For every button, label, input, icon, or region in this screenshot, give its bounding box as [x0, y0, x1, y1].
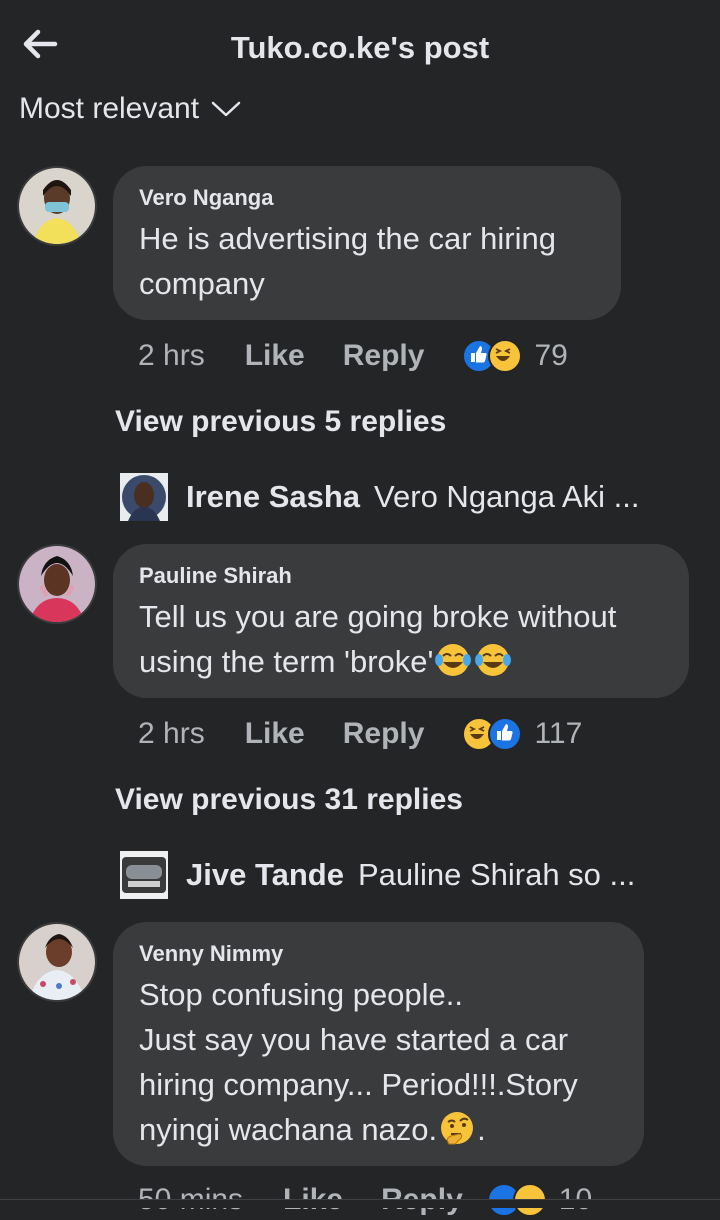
tears-of-joy-emoji-icon [473, 642, 513, 690]
comment-author[interactable]: Vero Nganga [139, 184, 595, 212]
reply-preview[interactable]: Jive Tande Pauline Shirah so ... [120, 850, 635, 900]
comment-actions: 2 hrs Like Reply 117 [138, 712, 582, 756]
avatar[interactable] [17, 166, 97, 246]
reply-snippet: Vero Nganga Aki ... [374, 479, 640, 514]
reaction-count: 117 [534, 717, 583, 750]
reactions[interactable] [462, 717, 523, 751]
like-reaction-icon [488, 717, 523, 751]
reply-preview[interactable]: Irene Sasha Vero Nganga Aki ... [120, 472, 639, 522]
comment-bubble: Venny Nimmy Stop confusing people.. Just … [113, 922, 644, 1166]
view-previous-replies[interactable]: View previous 31 replies [115, 783, 463, 817]
bottom-divider [0, 1199, 720, 1208]
reply-button[interactable]: Reply [343, 717, 425, 751]
comment-author[interactable]: Venny Nimmy [139, 940, 618, 968]
comment-actions: 2 hrs Like Reply 79 [138, 334, 568, 378]
comment-line: Just say you have started a car [139, 1022, 569, 1057]
reply-author: Irene Sasha [186, 479, 361, 514]
comment-time: 2 hrs [138, 339, 205, 372]
reaction-count: 79 [534, 339, 568, 372]
comment-text: He is advertising the car hiring company [139, 221, 565, 301]
sort-label: Most relevant [19, 92, 200, 125]
avatar[interactable] [17, 922, 97, 1002]
comment-time: 2 hrs [138, 717, 205, 750]
like-button[interactable]: Like [245, 339, 305, 373]
reply-snippet: Pauline Shirah so ... [357, 857, 636, 892]
page-title: Tuko.co.ke's post [230, 30, 490, 65]
comment-author[interactable]: Pauline Shirah [139, 562, 663, 590]
reply-button[interactable]: Reply [343, 339, 425, 373]
haha-reaction-icon [488, 339, 523, 373]
comment-bubble: Pauline Shirah Tell us you are going bro… [113, 544, 689, 698]
avatar [120, 473, 168, 521]
avatar[interactable] [17, 544, 97, 624]
reply-author: Jive Tande [186, 857, 344, 892]
comment-line: Stop confusing people.. [139, 977, 464, 1012]
avatar [120, 851, 168, 899]
thinking-face-emoji-icon [437, 1110, 477, 1158]
comment-text: Stop confusing people.. Just say you have… [139, 972, 618, 1158]
comment-line: hiring company... Period!!!.Story [139, 1067, 578, 1102]
tears-of-joy-emoji-icon [433, 642, 473, 690]
chevron-down-icon [211, 101, 241, 117]
view-previous-replies[interactable]: View previous 5 replies [115, 405, 446, 439]
sort-dropdown[interactable]: Most relevant [19, 88, 241, 130]
comment-line: nyingi wachana nazo. [139, 1112, 438, 1147]
comment-text: Tell us you are going broke without usin… [139, 599, 625, 679]
top-bar: Tuko.co.ke's post [0, 0, 720, 96]
reactions[interactable] [462, 339, 523, 373]
like-button[interactable]: Like [245, 717, 305, 751]
comment-bubble: Vero Nganga He is advertising the car hi… [113, 166, 621, 320]
